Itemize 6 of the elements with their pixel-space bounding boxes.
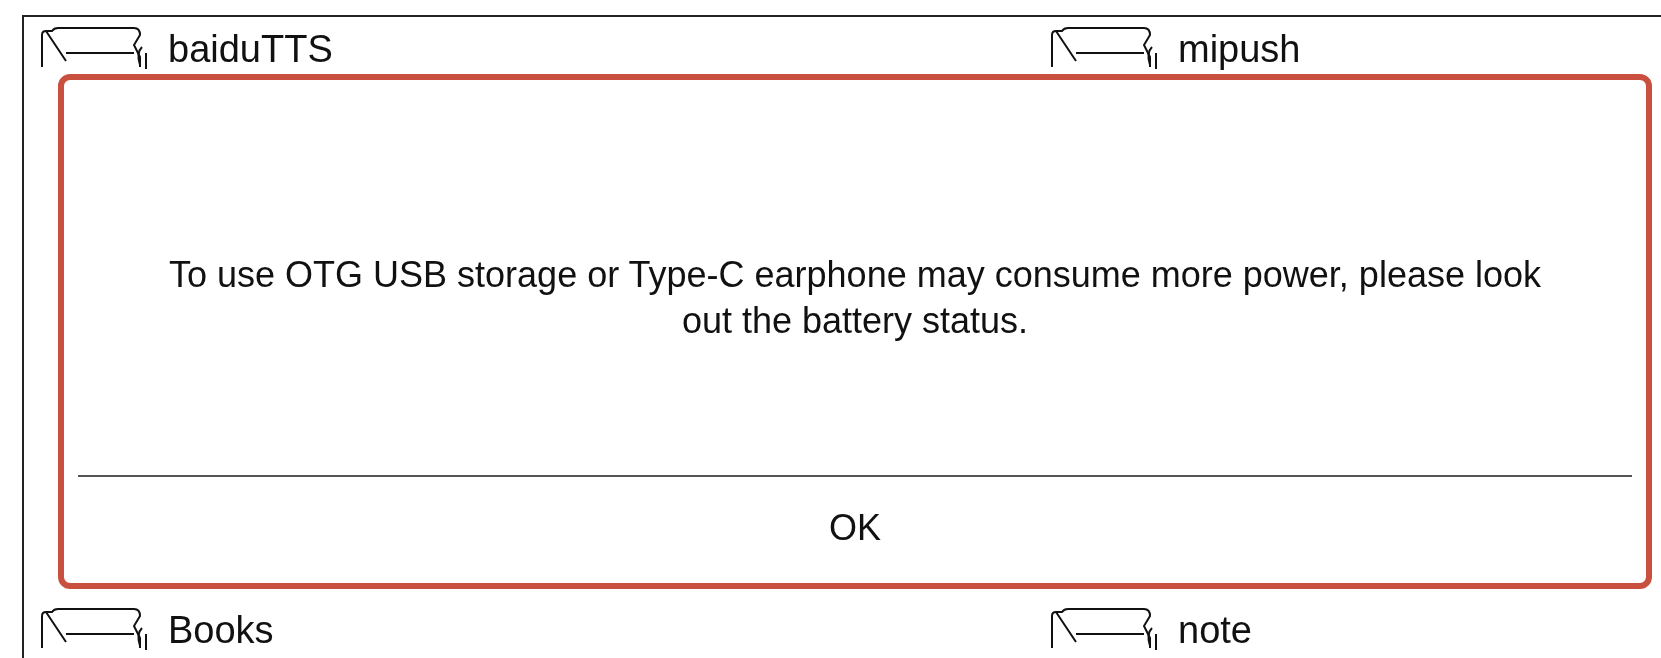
dialog-message: To use OTG USB storage or Type-C earphone may consume more power, please look out the battery status. [168, 252, 1542, 343]
ok-button[interactable]: OK [789, 487, 921, 569]
folder-name[interactable]: note [1178, 608, 1252, 652]
folder-name[interactable]: mipush [1178, 27, 1301, 71]
folder-name[interactable]: Books [168, 608, 274, 652]
folder-name[interactable]: baiduTTS [168, 27, 333, 71]
